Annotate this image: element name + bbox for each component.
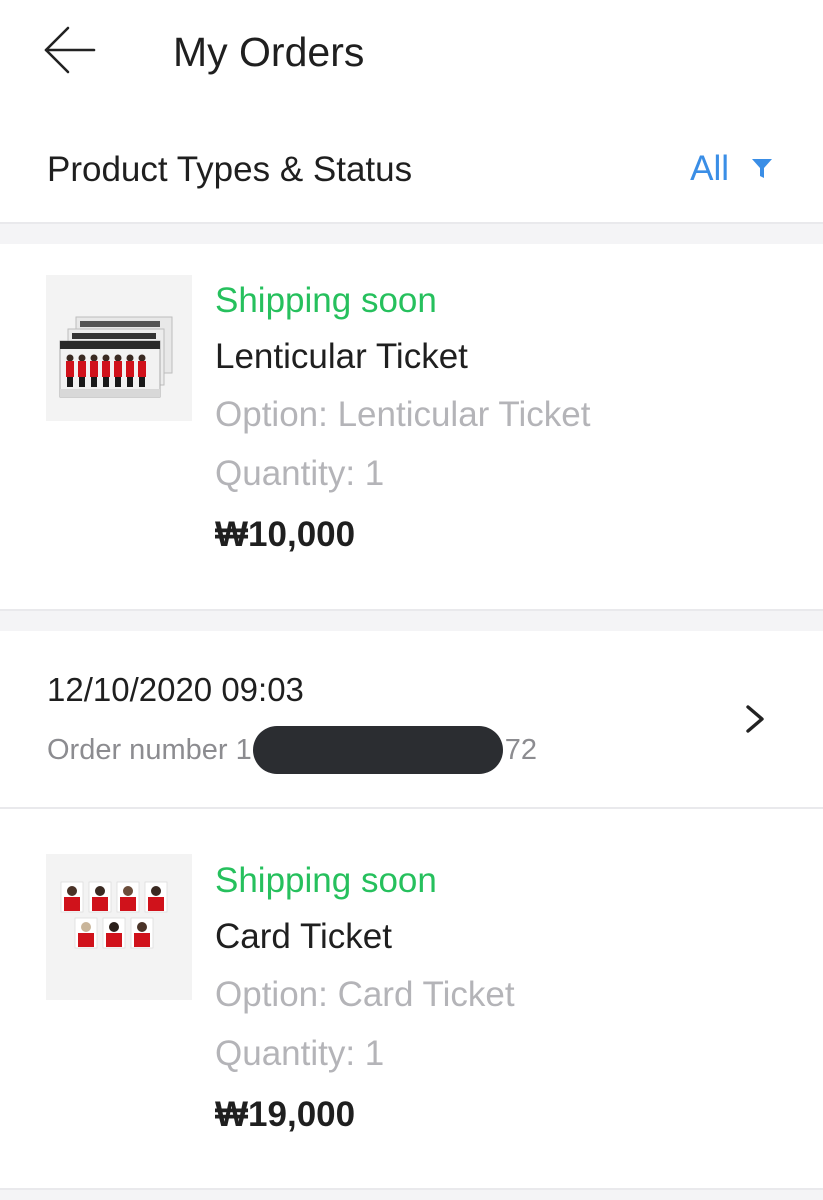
product-thumbnail-lenticular (46, 275, 192, 421)
filter-value: All (690, 149, 729, 188)
filter-funnel-icon (752, 159, 772, 178)
order-item[interactable]: Shipping soon Lenticular Ticket Option: … (0, 244, 823, 610)
order-number: Order number 1 72 (47, 726, 537, 774)
order-status: Shipping soon (215, 281, 437, 320)
filter-bar: Product Types & Status All (0, 110, 823, 224)
app-header: My Orders (0, 0, 823, 110)
product-thumbnail-card (46, 854, 192, 1000)
product-quantity: Quantity: 1 (215, 1034, 385, 1073)
product-name: Lenticular Ticket (215, 337, 468, 376)
back-button[interactable] (40, 24, 98, 76)
arrow-left-icon (44, 26, 96, 74)
product-option: Option: Card Ticket (215, 975, 515, 1014)
order-summary-row[interactable]: 12/10/2020 09:03 Order number 1 72 (0, 631, 823, 809)
product-price: ₩19,000 (215, 1095, 356, 1134)
chevron-right-icon (746, 705, 764, 733)
product-option: Option: Lenticular Ticket (215, 395, 591, 434)
section-gap (0, 224, 823, 244)
product-price: ₩10,000 (215, 515, 356, 554)
section-gap (0, 1190, 823, 1200)
filter-label: Product Types & Status (47, 150, 413, 189)
order-date: 12/10/2020 09:03 (47, 671, 304, 708)
filter-button[interactable]: All (690, 146, 773, 192)
product-quantity: Quantity: 1 (215, 454, 385, 493)
order-item[interactable]: Shipping soon Card Ticket Option: Card T… (0, 809, 823, 1189)
product-name: Card Ticket (215, 917, 392, 956)
order-number-suffix: 72 (504, 733, 537, 766)
order-number-prefix: Order number 1 (47, 733, 252, 766)
redaction-mark (252, 726, 503, 774)
order-status: Shipping soon (215, 861, 437, 900)
page-title: My Orders (173, 29, 365, 75)
section-gap (0, 611, 823, 631)
